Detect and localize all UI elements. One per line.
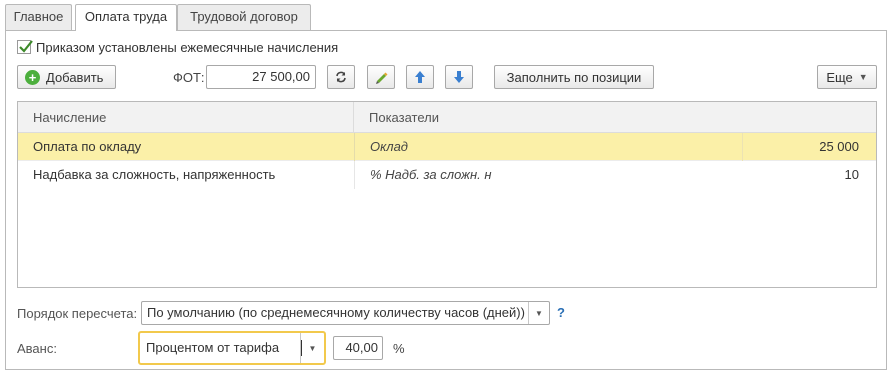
chevron-down-icon[interactable]: ▼	[300, 333, 324, 363]
percent-unit-label: %	[393, 341, 405, 356]
recalc-order-value: По умолчанию (по среднемесячному количес…	[147, 305, 525, 320]
monthly-accruals-checkbox-row[interactable]: Приказом установлены ежемесячные начисле…	[17, 38, 338, 56]
indicator-name-cell: Оклад	[370, 139, 408, 154]
advance-percent-field[interactable]: 40,00	[333, 336, 383, 360]
advance-label: Аванс:	[17, 341, 57, 356]
chevron-down-icon: ▼	[858, 72, 868, 82]
arrow-down-icon	[454, 71, 464, 83]
recalc-order-select[interactable]: По умолчанию (по среднемесячному количес…	[141, 301, 550, 325]
indicator-name-cell: % Надб. за сложн. н	[370, 167, 492, 182]
column-header-indicators[interactable]: Показатели	[354, 102, 876, 133]
recalc-order-label: Порядок пересчета:	[17, 306, 138, 321]
monthly-accruals-checkbox[interactable]	[17, 40, 33, 54]
tab-main[interactable]: Главное	[5, 4, 72, 30]
accrual-name-cell: Надбавка за сложность, напряженность	[33, 167, 276, 182]
fot-field[interactable]: 27 500,00	[206, 65, 316, 89]
column-header-accrual[interactable]: Начисление	[18, 102, 354, 133]
column-divider	[354, 133, 355, 161]
fill-by-position-button[interactable]: Заполнить по позиции	[494, 65, 654, 89]
edit-button[interactable]	[367, 65, 395, 89]
table-header: Начисление Показатели	[18, 102, 876, 133]
table-row[interactable]: Оплата по окладу Оклад 25 000	[18, 133, 876, 161]
accrual-name-cell: Оплата по окладу	[33, 139, 142, 154]
table-row[interactable]: Надбавка за сложность, напряженность % Н…	[18, 161, 876, 189]
move-up-button[interactable]	[406, 65, 434, 89]
refresh-icon	[336, 71, 346, 83]
help-icon[interactable]: ?	[557, 305, 565, 320]
indicator-value-cell: 25 000	[819, 139, 859, 154]
chevron-down-icon[interactable]: ▼	[528, 302, 549, 324]
add-button[interactable]: + Добавить	[17, 65, 116, 89]
advance-method-value: Процентом от тарифа	[146, 340, 280, 355]
fot-label: ФОТ:	[173, 70, 205, 85]
more-button-label: Еще	[826, 69, 853, 85]
tab-payment[interactable]: Оплата труда	[75, 4, 177, 31]
arrow-up-icon	[415, 71, 425, 83]
add-button-label: Добавить	[46, 69, 104, 85]
pencil-icon	[376, 72, 388, 84]
monthly-accruals-label: Приказом установлены ежемесячные начисле…	[36, 39, 339, 55]
tab-contract[interactable]: Трудовой договор	[177, 4, 311, 30]
more-button[interactable]: Еще ▼	[817, 65, 877, 89]
accruals-table: Начисление Показатели Оплата по окладу О…	[17, 101, 877, 288]
checkmark-icon	[19, 40, 33, 53]
advance-method-select[interactable]: Процентом от тарифа ▼	[138, 331, 326, 365]
plus-icon: +	[25, 69, 40, 85]
refresh-button[interactable]	[327, 65, 355, 89]
move-down-button[interactable]	[445, 65, 473, 89]
indicator-value-cell: 10	[844, 167, 859, 182]
column-divider	[354, 161, 355, 189]
